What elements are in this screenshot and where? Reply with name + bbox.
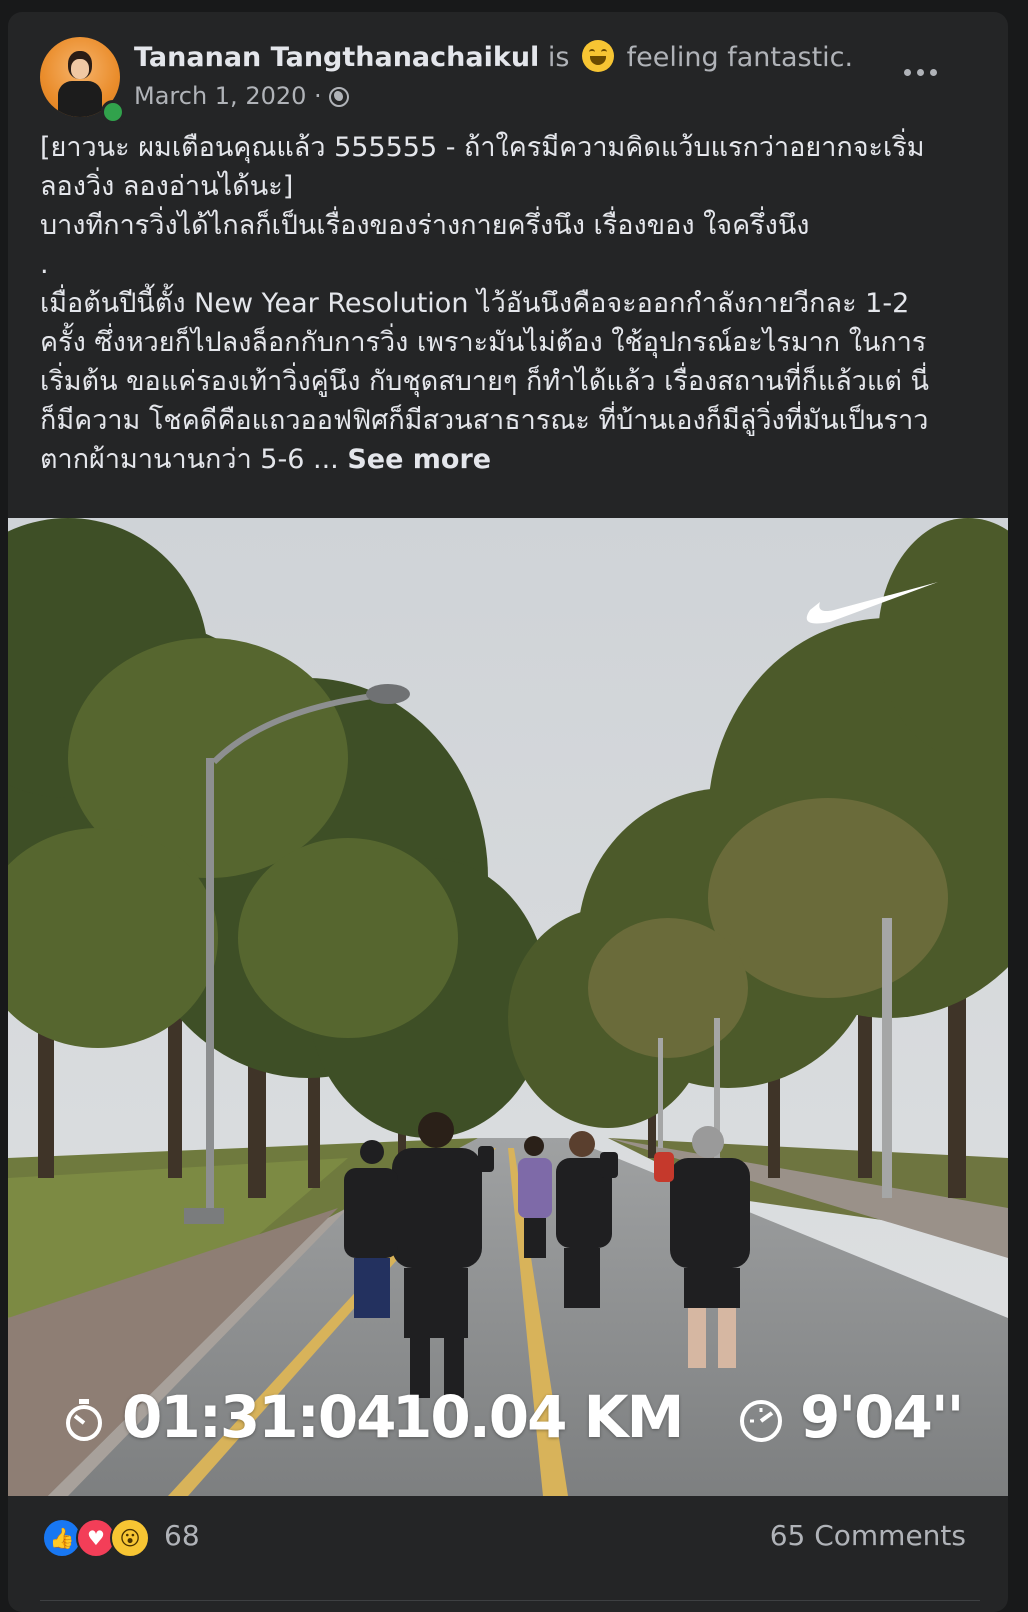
dot-icon [916, 68, 924, 76]
post-card: Tananan Tangthanachaikul is feeling fant… [8, 12, 1008, 1612]
post-text-line: บางทีการวิ่งได้ไกลก็เป็นเรื่องของร่างกาย… [40, 210, 810, 241]
see-more-link[interactable]: See more [347, 444, 491, 475]
reaction-count[interactable]: 68 [164, 1516, 200, 1556]
park-run-photo [8, 518, 1008, 1496]
grinning-emoji-icon [582, 40, 615, 72]
avatar-body [58, 81, 102, 117]
author-name[interactable]: Tananan Tangthanachaikul [134, 42, 539, 73]
post-text-line: ลองวิ่ง ลองอ่านได้นะ] [40, 171, 294, 202]
run-duration: 01:31:04 [122, 1383, 397, 1451]
post-text: [ยาวนะ ผมเตือนคุณแล้ว 555555 - ถ้าใครมีค… [40, 128, 980, 479]
avatar-face [71, 59, 89, 79]
comments-count-link[interactable]: 65 Comments [770, 1516, 966, 1556]
feeling-text: feeling fantastic. [626, 42, 854, 73]
date-separator: · [314, 82, 322, 110]
post-text-line: เริ่มต้น ขอแค่รองเท้าวิ่งคู่นึง กับชุดสบ… [40, 366, 929, 397]
post-date[interactable]: March 1, 2020 [134, 82, 306, 110]
stopwatch-icon [66, 1399, 102, 1441]
post-photo[interactable] [8, 518, 1008, 1496]
wow-icon: 😮 [110, 1518, 150, 1558]
more-options-button[interactable] [896, 58, 944, 86]
post-meta: March 1, 2020 · [134, 80, 350, 112]
speedometer-icon [740, 1400, 782, 1442]
post-text-line: ครั้ง ซึ่งหวยก็ไปลงล็อกกับการวิ่ง เพราะม… [40, 327, 927, 358]
reaction-icons[interactable]: 👍 ♥ 😮 [42, 1518, 152, 1558]
globe-icon[interactable] [329, 87, 350, 107]
post-text-line: เมื่อต้นปีนี้ตั้ง New Year Resolution ไว… [40, 288, 910, 319]
run-pace: 9'04'' [800, 1383, 964, 1451]
post-text-tail: ตากผ้ามานานกว่า 5-6 ... [40, 444, 348, 475]
post-text-line: . [40, 249, 49, 280]
post-text-line: ก็มีความ โชคดีคือแถวออฟฟิศก็มีสวนสาธารณะ… [40, 405, 929, 436]
dot-icon [929, 68, 937, 76]
post-header-line: Tananan Tangthanachaikul is feeling fant… [134, 40, 853, 75]
footer-divider [40, 1600, 980, 1601]
online-status-dot [101, 100, 125, 124]
feeling-prefix: is [547, 42, 570, 73]
post-text-line: [ยาวนะ ผมเตือนคุณแล้ว 555555 - ถ้าใครมีค… [40, 132, 925, 163]
run-distance: 10.04 KM [392, 1383, 684, 1451]
post-text-last-line: ตากผ้ามานานกว่า 5-6 ... See more [40, 440, 980, 479]
dot-icon [903, 68, 911, 76]
